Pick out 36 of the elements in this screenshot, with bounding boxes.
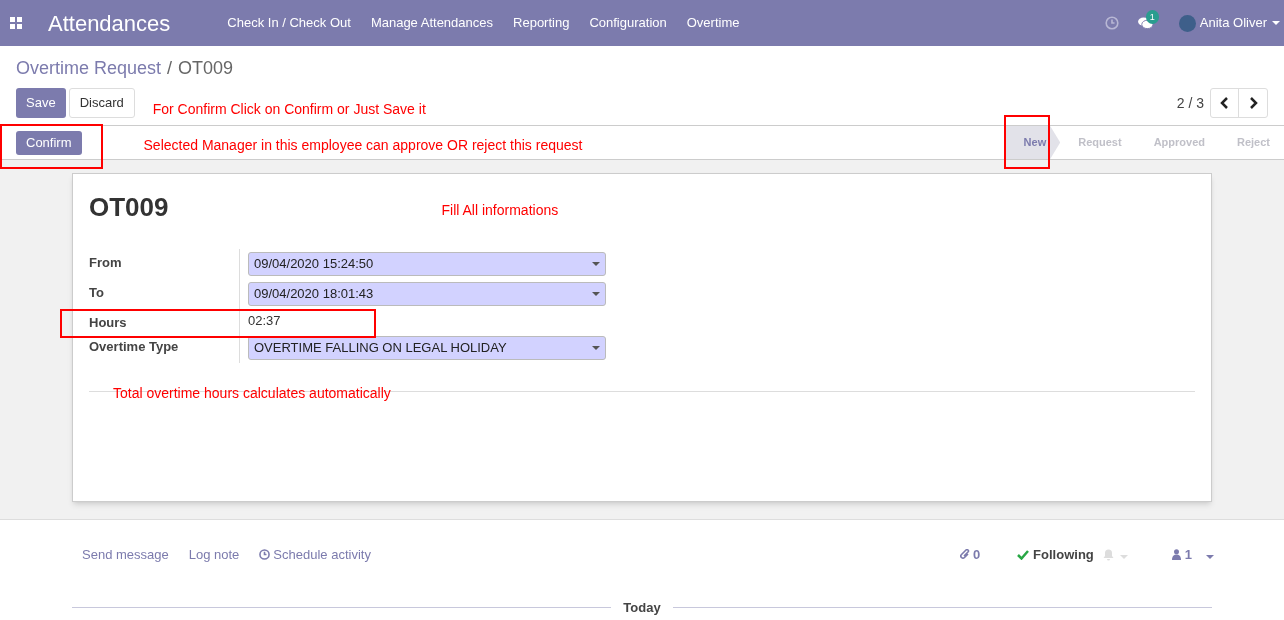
- attachments-button[interactable]: 0: [959, 545, 981, 565]
- field-label: To: [89, 284, 104, 302]
- record-title: OT009: [89, 191, 169, 224]
- confirm-button[interactable]: Confirm: [16, 130, 82, 155]
- menu-link[interactable]: Reporting: [503, 13, 580, 33]
- menu-link[interactable]: Manage Attendances: [360, 13, 504, 33]
- app-title: Attendances: [48, 9, 171, 38]
- annotation-text: Selected Manager in this employee can approve OR reject this request: [143, 136, 583, 155]
- menu-link[interactable]: Overtime: [676, 13, 750, 33]
- schedule-activity-link[interactable]: Schedule activity: [259, 545, 371, 565]
- field-label: From: [89, 254, 122, 272]
- pager-counter: 2 / 3: [1176, 93, 1204, 113]
- breadcrumb-separator: /: [166, 57, 174, 80]
- date-separator: Today: [622, 598, 662, 617]
- select-field[interactable]: 09/04/2020 18:01:43: [248, 282, 606, 306]
- annotation-text: Total overtime hours calculates automatically: [113, 384, 392, 403]
- menu-link[interactable]: Configuration: [579, 13, 677, 33]
- field-value: 02:37: [248, 312, 282, 330]
- breadcrumb-current: OT009: [178, 57, 234, 80]
- breadcrumb-link[interactable]: Overtime Request: [16, 55, 162, 82]
- following-button[interactable]: Following: [1017, 545, 1094, 565]
- annotation-text: Fill All informations: [441, 201, 559, 220]
- field-label: Hours: [89, 314, 127, 332]
- select-field[interactable]: 09/04/2020 15:24:50: [248, 252, 606, 276]
- select-field[interactable]: OVERTIME FALLING ON LEGAL HOLIDAY: [248, 336, 606, 360]
- send-message-link[interactable]: Send message: [82, 545, 169, 565]
- status-stage[interactable]: New: [1005, 126, 1061, 159]
- menu-link[interactable]: Check In / Check Out: [217, 13, 361, 33]
- save-button[interactable]: Save: [16, 88, 66, 118]
- field-label: Overtime Type: [89, 338, 179, 356]
- message-count-badge: 1: [1145, 9, 1159, 24]
- log-note-link[interactable]: Log note: [188, 545, 240, 565]
- annotation-text: For Confirm Click on Confirm or Just Save it: [152, 100, 426, 119]
- user-name[interactable]: Anita Oliver: [1199, 13, 1267, 33]
- followers-button[interactable]: 1: [1171, 545, 1192, 565]
- discard-button[interactable]: Discard: [68, 88, 135, 118]
